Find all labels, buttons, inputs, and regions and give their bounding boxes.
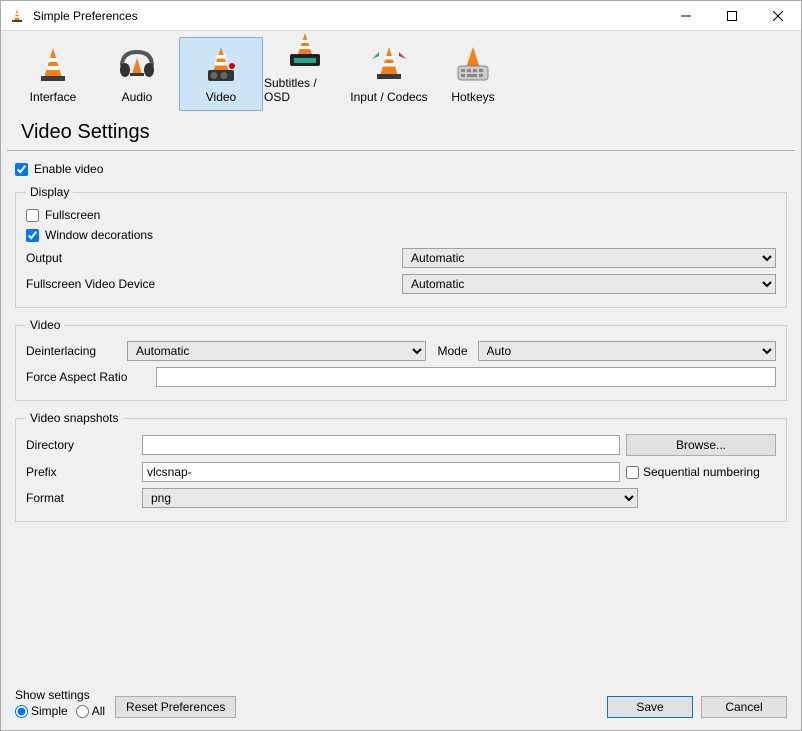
tab-video[interactable]: Video [179,37,263,111]
tab-interface[interactable]: Interface [11,37,95,111]
tab-label: Input / Codecs [350,90,427,104]
page-title: Video Settings [7,111,795,151]
content: Interface Audio [1,31,801,730]
prefix-label: Prefix [26,465,136,479]
all-radio-row[interactable]: All [76,704,105,718]
footer: Show settings Simple All Reset Preferenc… [1,682,801,730]
simple-label: Simple [31,704,68,718]
deinterlacing-label: Deinterlacing [26,344,121,358]
directory-label: Directory [26,438,136,452]
snapshots-group: Video snapshots Directory Browse... Pref… [15,411,787,522]
tab-subtitles[interactable]: Subtitles / OSD [263,37,347,111]
mode-select[interactable]: Auto [478,341,777,361]
output-select[interactable]: Automatic [402,248,776,268]
video-icon [200,44,242,86]
titlebar: Simple Preferences [1,1,801,31]
app-icon [9,8,25,24]
show-settings: Show settings Simple All [15,688,105,718]
display-group: Display Fullscreen Window decorations Ou… [15,185,787,308]
codecs-icon [368,44,410,86]
tab-label: Hotkeys [451,90,494,104]
window-title: Simple Preferences [33,9,663,23]
video-group: Video Deinterlacing Automatic Mode Auto … [15,318,787,401]
maximize-button[interactable] [709,1,755,31]
format-label: Format [26,491,136,505]
format-select[interactable]: png [142,488,638,508]
video-legend: Video [26,318,64,332]
output-label: Output [26,251,396,265]
tab-label: Subtitles / OSD [264,76,346,104]
interface-icon [32,44,74,86]
audio-icon [116,44,158,86]
display-legend: Display [26,185,73,199]
sequential-checkbox[interactable] [626,466,639,479]
tab-audio[interactable]: Audio [95,37,179,111]
fullscreen-label: Fullscreen [45,208,100,222]
window-decorations-checkbox[interactable] [26,229,39,242]
reset-preferences-button[interactable]: Reset Preferences [115,696,236,718]
close-button[interactable] [755,1,801,31]
minimize-button[interactable] [663,1,709,31]
tab-input-codecs[interactable]: Input / Codecs [347,37,431,111]
prefix-input[interactable] [142,462,620,482]
tab-label: Interface [30,90,77,104]
all-label: All [92,704,105,718]
fullscreen-device-select[interactable]: Automatic [402,274,776,294]
force-aspect-label: Force Aspect Ratio [26,370,150,384]
all-radio[interactable] [76,705,89,718]
snapshots-legend: Video snapshots [26,411,123,425]
enable-video-checkbox[interactable] [15,163,28,176]
simple-radio[interactable] [15,705,28,718]
subtitles-icon [284,31,326,72]
force-aspect-input[interactable] [156,367,776,387]
window-controls [663,1,801,31]
fullscreen-checkbox[interactable] [26,209,39,222]
directory-input[interactable] [142,435,620,455]
save-button[interactable]: Save [607,696,693,718]
fullscreen-device-label: Fullscreen Video Device [26,277,396,291]
show-settings-label: Show settings [15,688,105,702]
hotkeys-icon [452,44,494,86]
category-tabs: Interface Audio [1,31,801,111]
cancel-button[interactable]: Cancel [701,696,787,718]
tab-label: Video [206,90,236,104]
deinterlacing-select[interactable]: Automatic [127,341,426,361]
simple-radio-row[interactable]: Simple [15,704,68,718]
window-decorations-label: Window decorations [45,228,153,242]
tab-label: Audio [122,90,153,104]
tab-hotkeys[interactable]: Hotkeys [431,37,515,111]
form-area: Enable video Display Fullscreen Window d… [1,155,801,682]
sequential-label: Sequential numbering [643,465,760,479]
enable-video-label: Enable video [34,162,103,176]
mode-label: Mode [438,344,472,358]
browse-button[interactable]: Browse... [626,434,776,456]
